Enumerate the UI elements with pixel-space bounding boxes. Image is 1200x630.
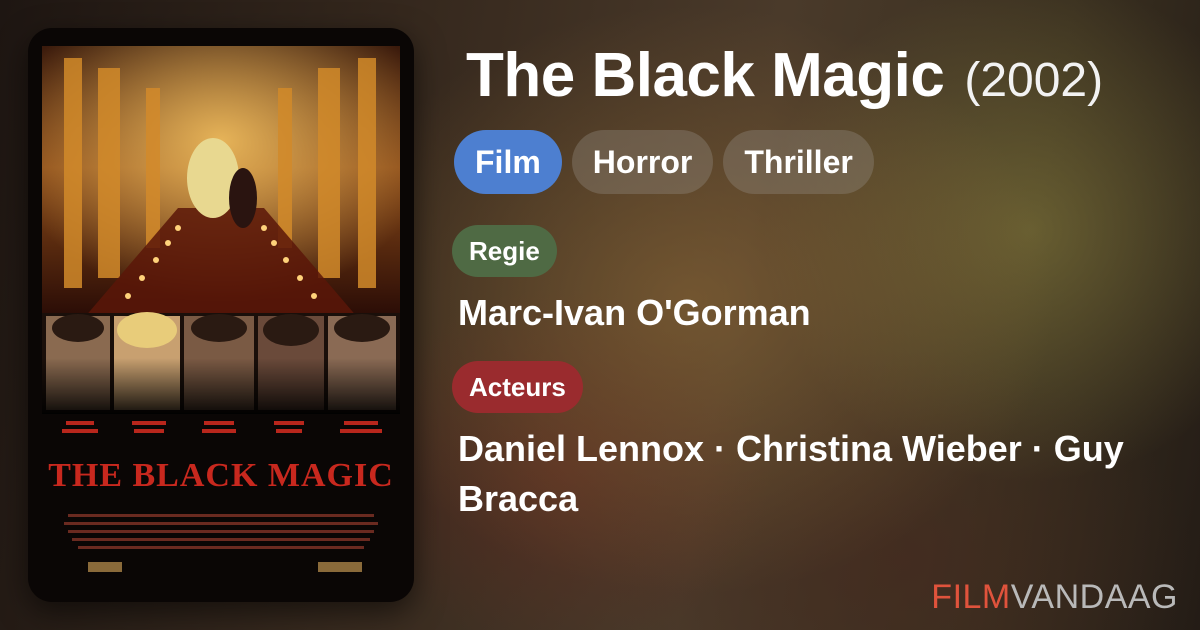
brand-logo: FILMVANDAAG: [931, 578, 1178, 617]
brand-logo-film: FILM: [931, 578, 1011, 616]
movie-year: (2002): [964, 54, 1104, 107]
director-name: Marc-Ivan O'Gorman: [458, 292, 811, 333]
poster-artwork: THE BLACK MAGIC: [42, 46, 400, 572]
movie-title-row: The Black Magic (2002): [466, 40, 1166, 111]
genre-chips: Film Horror Thriller: [454, 130, 874, 194]
genre-chip-horror[interactable]: Horror: [571, 130, 714, 194]
movie-poster: THE BLACK MAGIC: [28, 28, 414, 602]
genre-chip-thriller[interactable]: Thriller: [723, 130, 874, 194]
cast-label: Acteurs: [452, 361, 583, 413]
cast-names: Daniel Lennox · Christina Wieber · Guy B…: [458, 428, 1124, 519]
director-label: Regie: [452, 225, 557, 277]
brand-logo-vandaag: VANDAAG: [1010, 578, 1178, 616]
poster-title-text: THE BLACK MAGIC: [48, 457, 394, 494]
movie-title: The Black Magic: [466, 41, 945, 110]
genre-chip-film[interactable]: Film: [454, 130, 562, 194]
